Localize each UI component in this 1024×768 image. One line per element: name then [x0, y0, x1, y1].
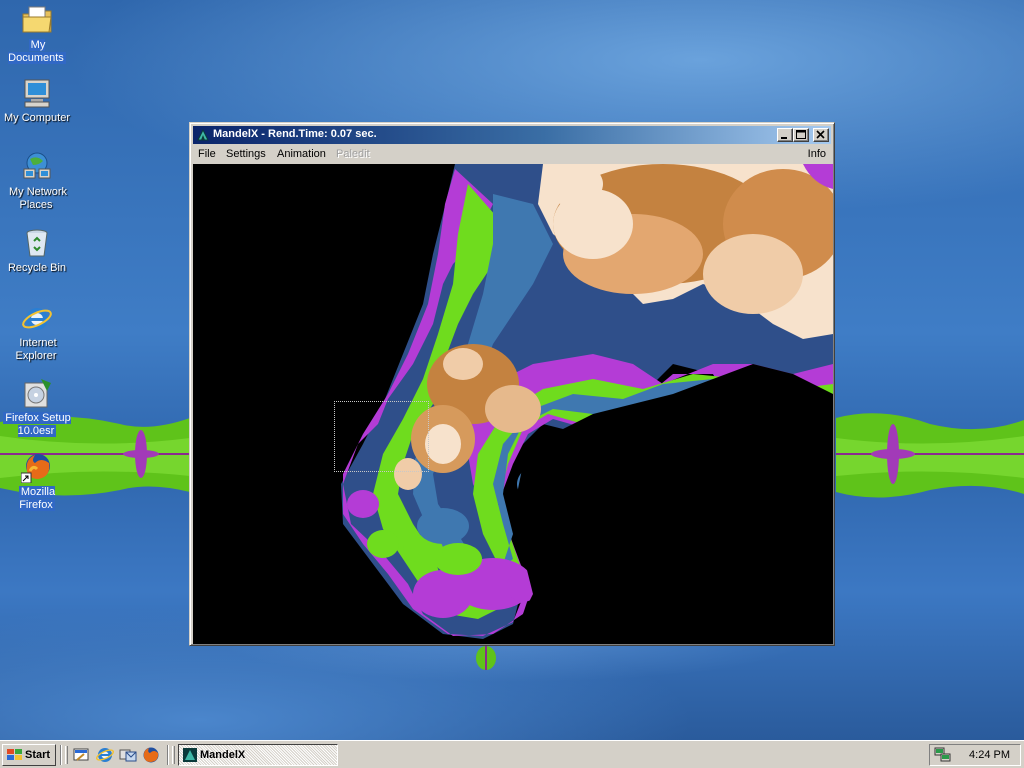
- taskbar-separator: [60, 745, 62, 765]
- start-label: Start: [25, 749, 51, 761]
- zoom-selection-rectangle[interactable]: [334, 401, 429, 472]
- desktop-icon-label: Recycle Bin: [7, 262, 67, 274]
- recycle-bin-icon: [21, 227, 53, 259]
- menu-bar: File Settings Animation Paledit Info: [193, 145, 831, 163]
- fractal-canvas[interactable]: [193, 164, 833, 644]
- maximize-icon: [796, 130, 806, 139]
- mandelx-app-icon: [183, 748, 197, 762]
- outlook-icon[interactable]: [119, 746, 137, 764]
- show-desktop-icon[interactable]: [72, 746, 90, 764]
- desktop-icon-my-documents[interactable]: My Documents: [0, 4, 74, 65]
- taskbar-button-mandelx[interactable]: MandelX: [178, 744, 338, 766]
- desktop-icon-recycle-bin[interactable]: Recycle Bin: [0, 227, 74, 275]
- minimize-button[interactable]: [777, 128, 793, 142]
- system-tray: 4:24 PM: [929, 744, 1021, 766]
- desktop-icon-label: My Documents: [8, 39, 66, 64]
- menu-info[interactable]: Info: [808, 148, 826, 160]
- desktop-icon-my-network-places[interactable]: My Network Places: [0, 151, 74, 212]
- start-button[interactable]: Start: [2, 744, 56, 766]
- folder-documents-icon: [21, 4, 53, 36]
- computer-icon: [21, 77, 53, 109]
- desktop-icon-label: Mozilla Firefox: [18, 486, 56, 511]
- network-status-icon[interactable]: [934, 747, 952, 763]
- desktop-wallpaper-bud: [476, 646, 496, 670]
- menu-settings[interactable]: Settings: [226, 148, 266, 160]
- taskbar-separator: [167, 745, 169, 765]
- mandelx-window[interactable]: MandelX - Rend.Time: 0.07 sec. File Sett…: [189, 122, 835, 646]
- installer-icon: [21, 377, 53, 409]
- menu-paledit: Paledit: [336, 148, 370, 160]
- internet-explorer-icon: [21, 302, 53, 334]
- menu-animation[interactable]: Animation: [277, 148, 326, 160]
- desktop-icon-label: Internet Explorer: [15, 337, 57, 362]
- task-list-grip[interactable]: [172, 746, 175, 764]
- desktop-icon-my-computer[interactable]: My Computer: [0, 77, 74, 125]
- close-button[interactable]: [813, 128, 829, 142]
- desktop-icon-mozilla-firefox[interactable]: Mozilla Firefox: [0, 451, 74, 512]
- firefox-icon: [20, 451, 53, 484]
- windows-flag-icon: [7, 749, 22, 760]
- mandelx-app-icon: [197, 128, 209, 141]
- firefox-icon[interactable]: [142, 746, 160, 764]
- network-places-icon: [21, 151, 53, 183]
- desktop-icon-firefox-setup[interactable]: Firefox Setup 10.0esr: [0, 377, 74, 438]
- menu-file[interactable]: File: [198, 148, 216, 160]
- window-titlebar[interactable]: MandelX - Rend.Time: 0.07 sec.: [193, 126, 831, 144]
- taskbar-button-label: MandelX: [200, 749, 246, 761]
- close-icon: [816, 130, 825, 139]
- mandelbrot-render: [341, 164, 833, 644]
- desktop-icon-internet-explorer[interactable]: Internet Explorer: [0, 302, 74, 363]
- clock[interactable]: 4:24 PM: [969, 749, 1010, 761]
- maximize-button[interactable]: [793, 128, 809, 142]
- window-title: MandelX - Rend.Time: 0.07 sec.: [213, 128, 377, 140]
- desktop-icon-label: My Network Places: [8, 186, 68, 211]
- desktop-icon-label: Firefox Setup 10.0esr: [3, 412, 71, 437]
- minimize-icon: [781, 137, 787, 139]
- internet-explorer-icon[interactable]: [96, 746, 114, 764]
- desktop-icon-label: My Computer: [3, 112, 71, 124]
- quick-launch-grip[interactable]: [65, 746, 68, 764]
- taskbar: Start MandelX 4:24 PM: [0, 740, 1024, 768]
